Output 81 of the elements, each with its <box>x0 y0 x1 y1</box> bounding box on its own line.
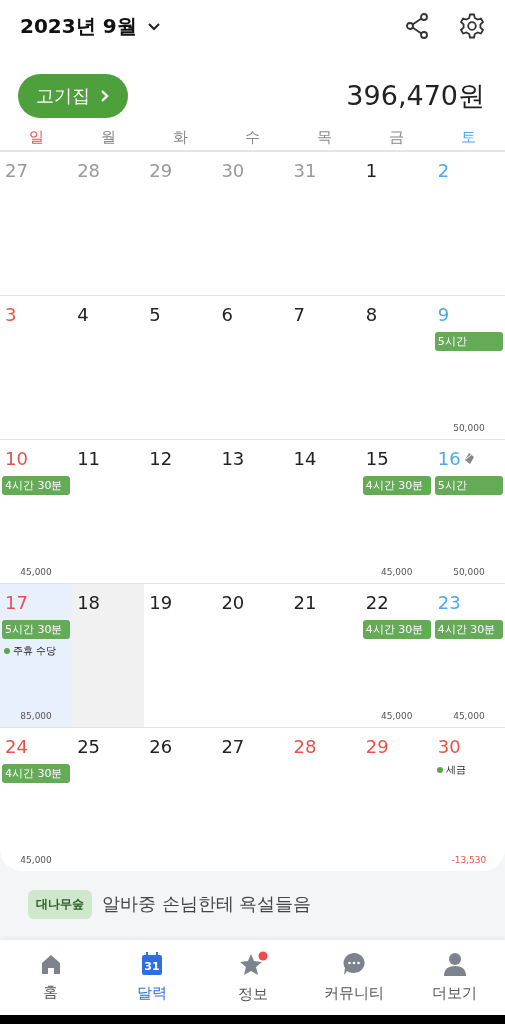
day-number: 20 <box>221 591 245 613</box>
day-number: 28 <box>293 735 317 757</box>
day-number: 14 <box>293 447 317 469</box>
nav-tab[interactable]: 커뮤니티 <box>303 940 404 1015</box>
day-amount: 45,000 <box>19 855 53 865</box>
chat-icon <box>341 952 366 976</box>
day-number: 27 <box>5 159 28 181</box>
weekday-label: 일 <box>27 128 45 148</box>
day-number: 28 <box>77 159 101 181</box>
day-number: 6 <box>221 303 233 325</box>
nav-tab[interactable]: 정보 <box>202 940 303 1015</box>
day-number: 24 <box>5 735 28 757</box>
day-number: 5 <box>149 303 161 325</box>
home-icon <box>39 953 62 975</box>
person-icon <box>442 952 467 976</box>
day-number: 2 <box>437 159 450 181</box>
day-number: 15 <box>365 447 389 469</box>
day-number: 27 <box>221 735 245 757</box>
day-number: 26 <box>149 735 173 757</box>
shift-tag[interactable]: 4시간 30분 <box>2 476 71 495</box>
shift-tag[interactable]: 4시간 30분 <box>362 476 431 495</box>
day-number: 18 <box>77 591 101 613</box>
nav-tab[interactable]: 31 달력 <box>101 940 202 1015</box>
day-amount: 45,000 <box>19 567 53 577</box>
day-number: 12 <box>149 447 173 469</box>
day-number: 19 <box>149 591 173 613</box>
settings-icon[interactable] <box>459 13 485 39</box>
shift-tag[interactable]: 4시간 30분 <box>434 620 503 639</box>
shift-tag[interactable]: 4시간 30분 <box>2 764 71 783</box>
share-icon[interactable] <box>405 13 429 39</box>
shift-tag[interactable]: 5시간 <box>434 332 503 351</box>
weekday-label: 월 <box>99 128 117 148</box>
chevron-down-icon[interactable] <box>146 21 161 31</box>
calendar-icon: 31 <box>140 952 163 976</box>
day-number: 29 <box>149 159 173 181</box>
day-cell[interactable]: 17 5시간 30분 주휴 수당 85,000 <box>0 584 73 727</box>
day-number: 3 <box>5 303 17 325</box>
day-number: 1 <box>365 159 378 181</box>
shift-tag[interactable]: 5시간 30분 <box>2 620 71 639</box>
day-number: 10 <box>5 447 28 469</box>
day-number: 16 <box>437 447 461 469</box>
banner-text[interactable]: 알바중 손님한테 욕설들음 <box>102 892 312 916</box>
day-amount: 45,000 <box>452 711 486 721</box>
day-number: 22 <box>365 591 389 613</box>
day-number: 21 <box>293 591 317 613</box>
day-cell[interactable]: 18 <box>72 584 145 727</box>
day-number: 4 <box>77 303 89 325</box>
day-number: 30 <box>221 159 245 181</box>
workplace-button[interactable]: 고기집 <box>18 74 128 118</box>
day-amount: 50,000 <box>452 423 486 433</box>
day-number: 30 <box>437 735 461 757</box>
note-text: 주휴 수당 <box>13 644 57 658</box>
month-title[interactable]: 2023년 9월 <box>20 12 137 40</box>
day-number: 29 <box>365 735 389 757</box>
total-amount: 396,470원 <box>346 79 485 113</box>
day-number: 23 <box>437 591 461 613</box>
day-number: 25 <box>77 735 101 757</box>
day-number: 8 <box>365 303 378 325</box>
weekday-label: 화 <box>171 128 189 148</box>
weekday-label: 토 <box>460 128 478 148</box>
day-number: 17 <box>5 591 28 613</box>
weekday-label: 수 <box>244 128 261 148</box>
day-amount: 50,000 <box>452 567 486 577</box>
day-number: 11 <box>77 447 101 469</box>
nav-tab[interactable]: 더보기 <box>404 940 505 1015</box>
weekday-label: 금 <box>388 128 406 148</box>
weekday-label: 목 <box>316 128 334 148</box>
day-number: 31 <box>293 159 317 181</box>
day-number: 13 <box>221 447 245 469</box>
day-number: 7 <box>293 303 305 325</box>
category-tag: 대나무숲 <box>28 889 92 919</box>
nav-tab[interactable]: 홈 <box>0 940 101 1015</box>
day-amount: 45,000 <box>380 567 414 577</box>
note-text: 세금 <box>445 763 466 777</box>
day-amount: 85,000 <box>19 711 53 721</box>
day-number: 9 <box>437 303 450 325</box>
day-amount: -13,530 <box>450 855 488 865</box>
shift-tag[interactable]: 5시간 <box>434 476 503 495</box>
day-amount: 45,000 <box>380 711 414 721</box>
shift-tag[interactable]: 4시간 30분 <box>362 620 431 639</box>
chevron-right-icon <box>100 89 110 103</box>
